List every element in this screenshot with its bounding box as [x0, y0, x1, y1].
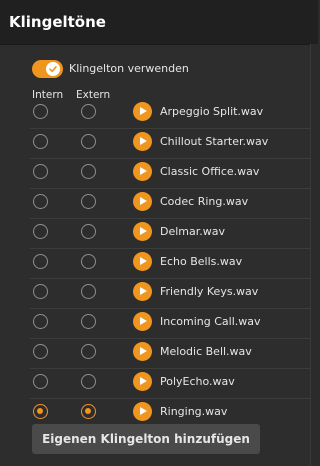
ringtone-row: Incoming Call.wav [30, 308, 311, 338]
play-icon[interactable] [133, 102, 152, 121]
ringtone-row: Arpeggio Split.wav [30, 98, 311, 128]
intern-radio[interactable] [33, 344, 48, 359]
ringtone-name: Incoming Call.wav [160, 315, 261, 328]
extern-radio[interactable] [81, 134, 96, 149]
add-custom-ringtone-button[interactable]: Eigenen Klingelton hinzufügen [32, 424, 260, 454]
ringtone-row: Delmar.wav [30, 218, 311, 248]
ringtone-name: Echo Bells.wav [160, 255, 243, 268]
extern-radio[interactable] [81, 224, 96, 239]
play-icon[interactable] [133, 312, 152, 331]
intern-radio[interactable] [33, 194, 48, 209]
intern-radio[interactable] [33, 134, 48, 149]
extern-radio[interactable] [81, 344, 96, 359]
play-icon[interactable] [133, 222, 152, 241]
use-ringtone-label: Klingelton verwenden [69, 62, 189, 75]
intern-radio[interactable] [33, 224, 48, 239]
intern-radio[interactable] [33, 314, 48, 329]
intern-radio[interactable] [33, 284, 48, 299]
play-icon[interactable] [133, 162, 152, 181]
extern-radio[interactable] [81, 404, 96, 419]
check-icon [46, 62, 60, 76]
extern-radio[interactable] [81, 254, 96, 269]
ringtone-name: Codec Ring.wav [160, 195, 249, 208]
ringtone-name: Ringing.wav [160, 405, 228, 418]
extern-radio[interactable] [81, 194, 96, 209]
ringtone-name: Chillout Starter.wav [160, 135, 269, 148]
ringtone-row: Echo Bells.wav [30, 248, 311, 278]
play-icon[interactable] [133, 372, 152, 391]
ringtone-name: Classic Office.wav [160, 165, 260, 178]
play-icon[interactable] [133, 192, 152, 211]
ringtone-name: Delmar.wav [160, 225, 226, 238]
play-icon[interactable] [133, 252, 152, 271]
extern-radio[interactable] [81, 374, 96, 389]
ringtone-name: Friendly Keys.wav [160, 285, 259, 298]
panel-title: Klingeltöne [9, 13, 106, 31]
ringtone-row: Friendly Keys.wav [30, 278, 311, 308]
ringtone-name: Arpeggio Split.wav [160, 105, 264, 118]
extern-radio[interactable] [81, 164, 96, 179]
ringtone-name: PolyEcho.wav [160, 375, 235, 388]
scrollbar-track[interactable] [310, 44, 318, 466]
play-icon[interactable] [133, 132, 152, 151]
ringtone-row: Codec Ring.wav [30, 188, 311, 218]
use-ringtone-toggle[interactable] [32, 60, 63, 78]
intern-radio[interactable] [33, 254, 48, 269]
ringtone-row: Classic Office.wav [30, 158, 311, 188]
play-icon[interactable] [133, 342, 152, 361]
ringtone-row: Chillout Starter.wav [30, 128, 311, 158]
ringtone-name: Melodic Bell.wav [160, 345, 252, 358]
ringtone-panel: Klingeltöne Klingelton verwenden Intern … [0, 0, 318, 466]
play-icon[interactable] [133, 282, 152, 301]
intern-radio[interactable] [33, 164, 48, 179]
intern-radio[interactable] [33, 104, 48, 119]
ringtone-row: Melodic Bell.wav [30, 338, 311, 368]
ringtone-row: PolyEcho.wav [30, 368, 311, 398]
extern-radio[interactable] [81, 314, 96, 329]
play-icon[interactable] [133, 402, 152, 421]
intern-radio[interactable] [33, 404, 48, 419]
extern-radio[interactable] [81, 284, 96, 299]
intern-radio[interactable] [33, 374, 48, 389]
extern-radio[interactable] [81, 104, 96, 119]
title-bar: Klingeltöne [0, 0, 318, 45]
